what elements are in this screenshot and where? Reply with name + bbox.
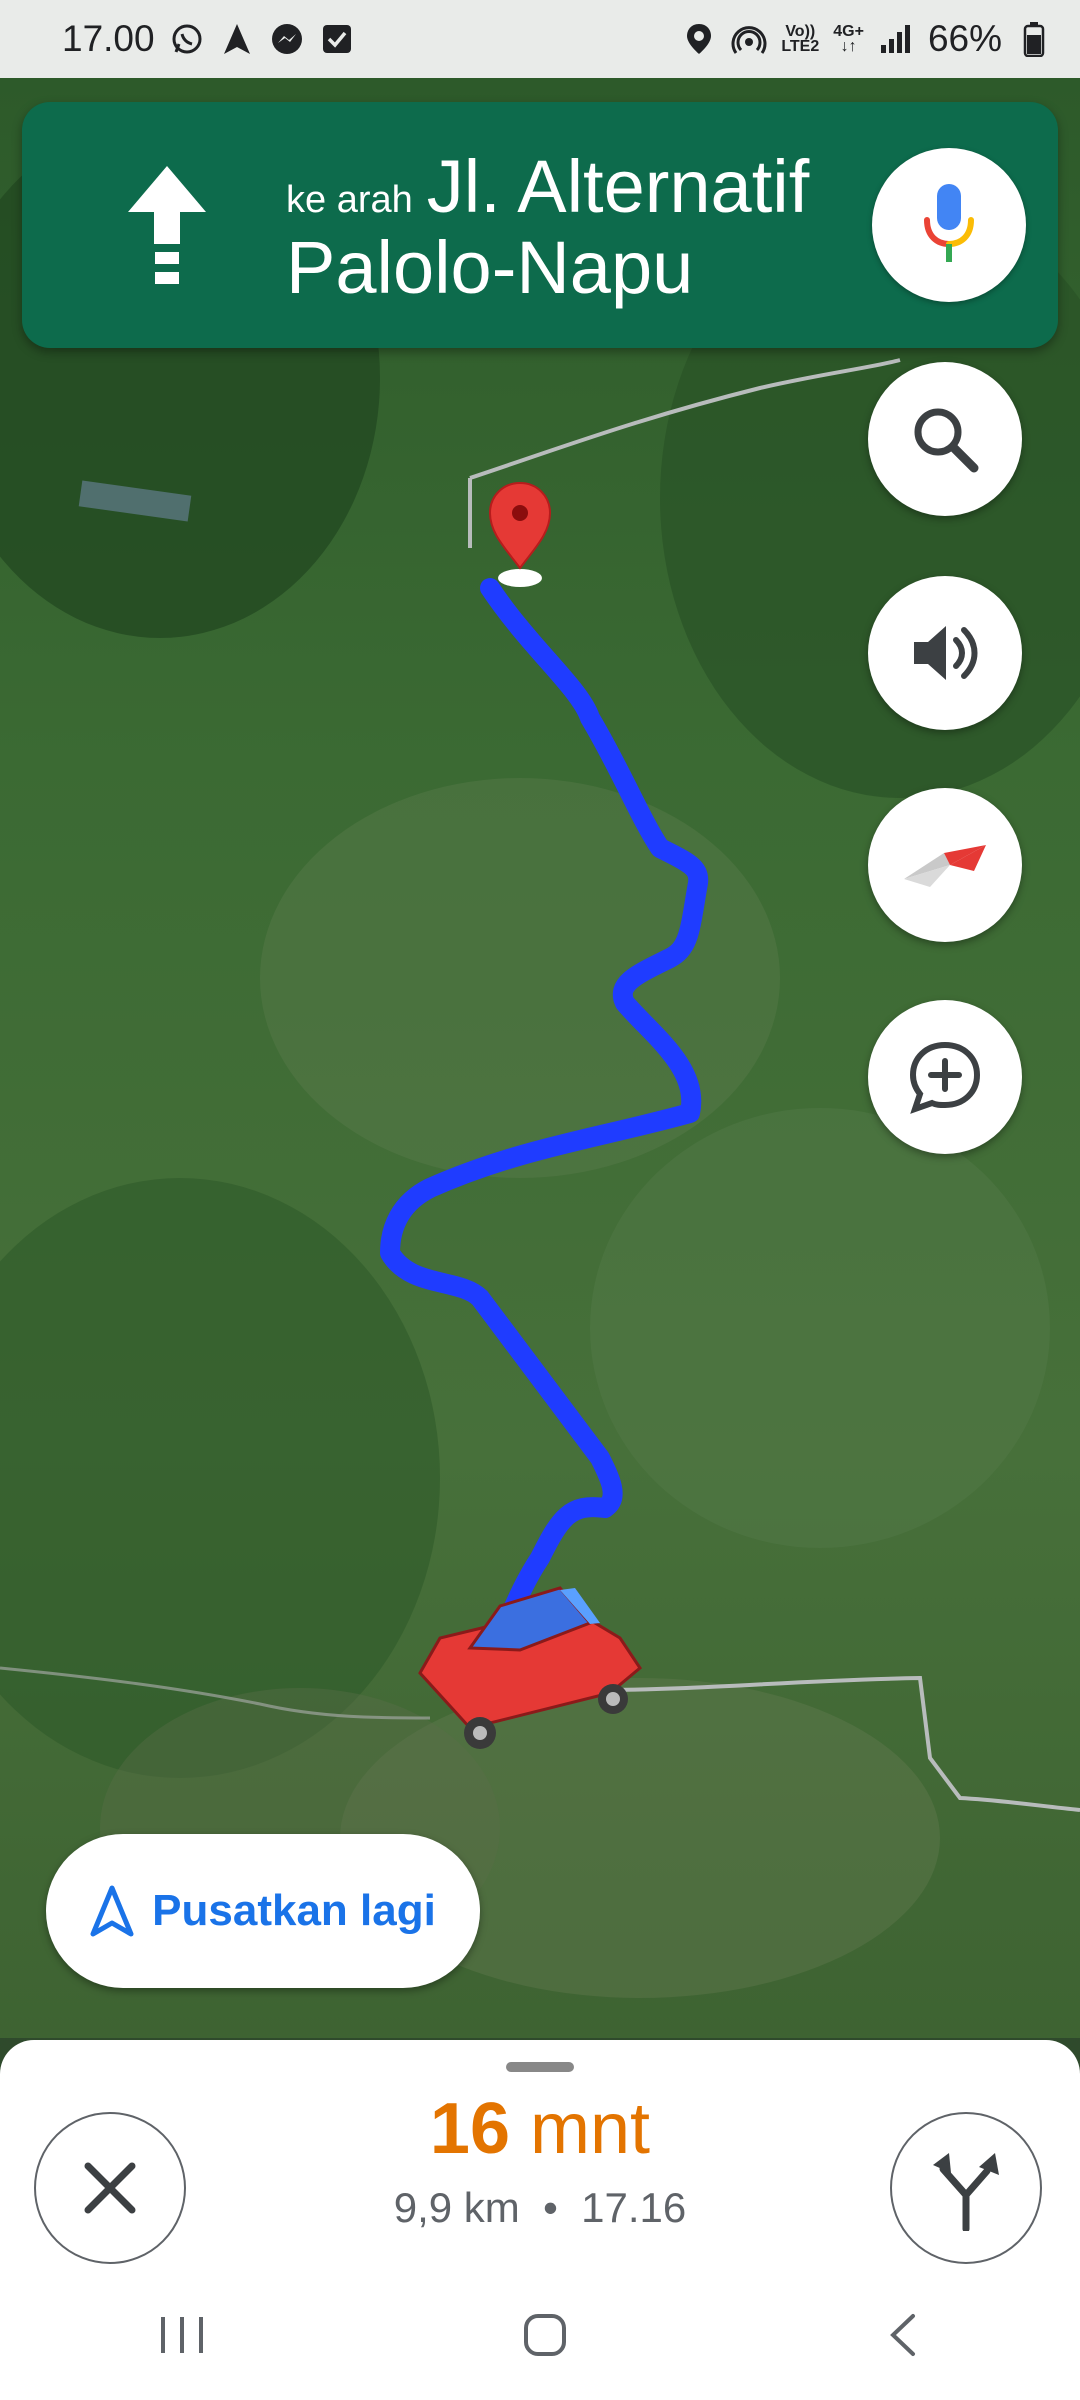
volume-icon <box>914 626 978 680</box>
distance-value: 9,9 km <box>393 2184 520 2231</box>
recenter-label: Pusatkan lagi <box>152 1886 436 1935</box>
whatsapp-icon <box>169 21 205 57</box>
checkbox-icon <box>319 21 355 57</box>
alternate-routes-button[interactable] <box>890 2112 1042 2264</box>
home-icon[interactable] <box>520 2310 570 2360</box>
status-time: 17.00 <box>62 18 155 59</box>
recent-apps-icon[interactable] <box>157 2313 207 2357</box>
location-icon <box>681 21 717 57</box>
navigation-icon <box>219 21 255 57</box>
hotspot-icon <box>731 21 767 57</box>
separator-dot: • <box>543 2184 558 2231</box>
instruction-text: ke arah Jl. Alternatif Palolo-Napu <box>286 144 809 310</box>
street-name-line1: Jl. Alternatif <box>426 145 810 228</box>
toward-label: ke arah <box>286 179 413 221</box>
report-button[interactable] <box>868 1000 1022 1154</box>
search-icon <box>914 408 979 473</box>
volte-label: Vo)) LTE2 <box>781 23 820 55</box>
navigation-arrow-icon <box>90 1885 134 1937</box>
microphone-icon <box>924 184 974 262</box>
messenger-icon <box>269 21 305 57</box>
street-name-line2: Palolo-Napu <box>286 226 694 309</box>
back-icon[interactable] <box>883 2310 923 2360</box>
sound-button[interactable] <box>868 576 1022 730</box>
arrival-time: 17.16 <box>581 2184 687 2231</box>
battery-icon <box>1016 21 1052 57</box>
voice-search-button[interactable] <box>872 148 1026 302</box>
straight-arrow-icon <box>128 166 206 284</box>
recenter-button[interactable]: Pusatkan lagi <box>46 1834 480 1988</box>
network-type-label: 4G+ ↓↑ <box>833 23 864 55</box>
route-options-icon <box>933 2153 999 2231</box>
system-navigation-bar <box>0 2270 1080 2400</box>
duration-unit: mnt <box>530 2089 651 2169</box>
add-comment-icon <box>909 1041 981 1114</box>
compass-button[interactable] <box>868 788 1022 942</box>
compass-icon <box>904 845 986 887</box>
battery-percent: 66% <box>927 18 1002 59</box>
signal-icon <box>878 21 914 57</box>
status-bar: 17.00 Vo)) LTE2 4G+ ↓↑ 66% <box>0 0 1080 78</box>
search-button[interactable] <box>868 362 1022 516</box>
sheet-drag-handle[interactable] <box>506 2062 574 2072</box>
duration-value: 16 <box>429 2089 511 2169</box>
navigation-instruction-banner[interactable]: ke arah Jl. Alternatif Palolo-Napu <box>22 102 1058 348</box>
